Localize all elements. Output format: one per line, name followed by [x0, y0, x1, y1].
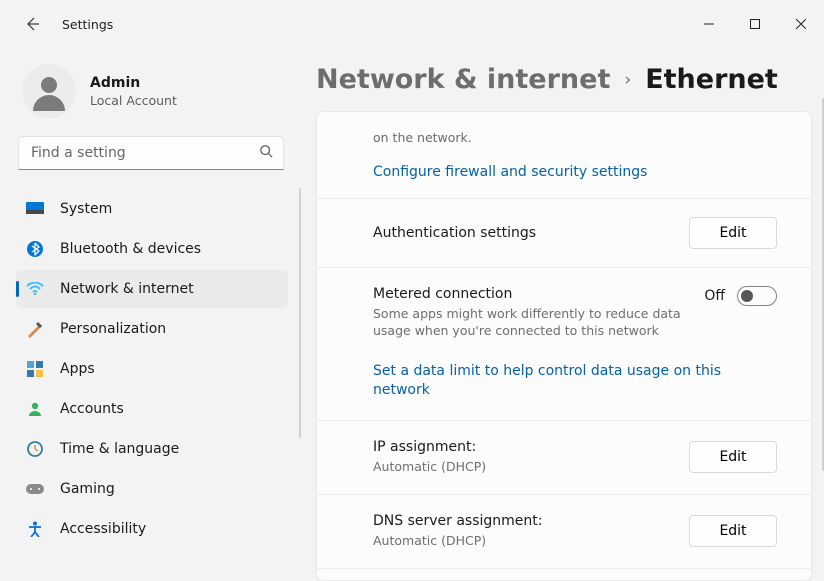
sidebar-item-bluetooth[interactable]: Bluetooth & devices [16, 230, 288, 268]
breadcrumb: Network & internet › Ethernet [316, 64, 812, 95]
sidebar-item-label: Network & internet [60, 281, 194, 297]
dns-title: DNS server assignment: [373, 513, 673, 529]
sidebar-item-accounts[interactable]: Accounts [16, 390, 288, 428]
profile-name: Admin [90, 75, 177, 91]
app-title: Settings [62, 17, 113, 32]
close-icon [796, 19, 806, 29]
breadcrumb-current: Ethernet [645, 64, 778, 95]
back-button[interactable] [20, 12, 44, 36]
search-input[interactable] [29, 144, 259, 162]
gamepad-icon [26, 480, 44, 498]
auth-title: Authentication settings [373, 225, 673, 241]
globe-clock-icon [26, 440, 44, 458]
paintbrush-icon [26, 320, 44, 338]
sidebar-item-apps[interactable]: Apps [16, 350, 288, 388]
sidebar-item-label: Personalization [60, 321, 166, 337]
search-box[interactable] [18, 136, 284, 170]
sidebar-item-system[interactable]: System [16, 190, 288, 228]
firewall-link[interactable]: Configure firewall and security settings [373, 164, 647, 180]
sidebar-item-label: Accounts [60, 401, 124, 417]
metered-state-label: Off [704, 288, 725, 304]
wifi-icon [26, 280, 44, 298]
dns-value: Automatic (DHCP) [373, 533, 673, 550]
sidebar-item-label: Time & language [60, 441, 179, 457]
metered-toggle[interactable] [737, 286, 777, 306]
sidebar-item-label: Apps [60, 361, 95, 377]
sidebar-item-label: Accessibility [60, 521, 146, 537]
ip-edit-button[interactable]: Edit [689, 441, 777, 473]
profile-sub: Local Account [90, 93, 177, 108]
dns-edit-button[interactable]: Edit [689, 515, 777, 547]
sidebar-nav: System Bluetooth & devices Network & int… [0, 184, 296, 548]
cutoff-text: on the network. [373, 130, 777, 145]
apps-icon [26, 360, 44, 378]
sidebar-item-time[interactable]: Time & language [16, 430, 288, 468]
window-maximize-button[interactable] [732, 8, 778, 40]
bluetooth-icon [26, 240, 44, 258]
maximize-icon [750, 19, 760, 29]
ip-value: Automatic (DHCP) [373, 459, 673, 476]
back-arrow-icon [24, 16, 40, 32]
profile-block[interactable]: Admin Local Account [0, 58, 302, 136]
metered-title: Metered connection [373, 286, 688, 302]
ip-title: IP assignment: [373, 439, 673, 455]
system-icon [26, 200, 44, 218]
breadcrumb-parent[interactable]: Network & internet [316, 64, 610, 95]
sidebar-item-gaming[interactable]: Gaming [16, 470, 288, 508]
person-icon [26, 400, 44, 418]
sidebar-item-personalization[interactable]: Personalization [16, 310, 288, 348]
window-close-button[interactable] [778, 8, 824, 40]
sidebar-item-network[interactable]: Network & internet [16, 270, 288, 308]
accessibility-icon [26, 520, 44, 538]
auth-edit-button[interactable]: Edit [689, 217, 777, 249]
chevron-right-icon: › [624, 70, 631, 90]
sidebar-item-accessibility[interactable]: Accessibility [16, 510, 288, 548]
sidebar-item-label: Gaming [60, 481, 115, 497]
window-minimize-button[interactable] [686, 8, 732, 40]
avatar [22, 64, 76, 118]
sidebar-item-label: System [60, 201, 112, 217]
settings-panel: on the network. Configure firewall and s… [316, 111, 812, 581]
metered-sub: Some apps might work differently to redu… [373, 306, 688, 340]
sidebar-item-label: Bluetooth & devices [60, 241, 201, 257]
data-limit-link[interactable]: Set a data limit to help control data us… [373, 363, 721, 398]
search-icon [259, 144, 273, 162]
sidebar-scrollbar[interactable] [299, 188, 301, 438]
minimize-icon [704, 19, 714, 29]
